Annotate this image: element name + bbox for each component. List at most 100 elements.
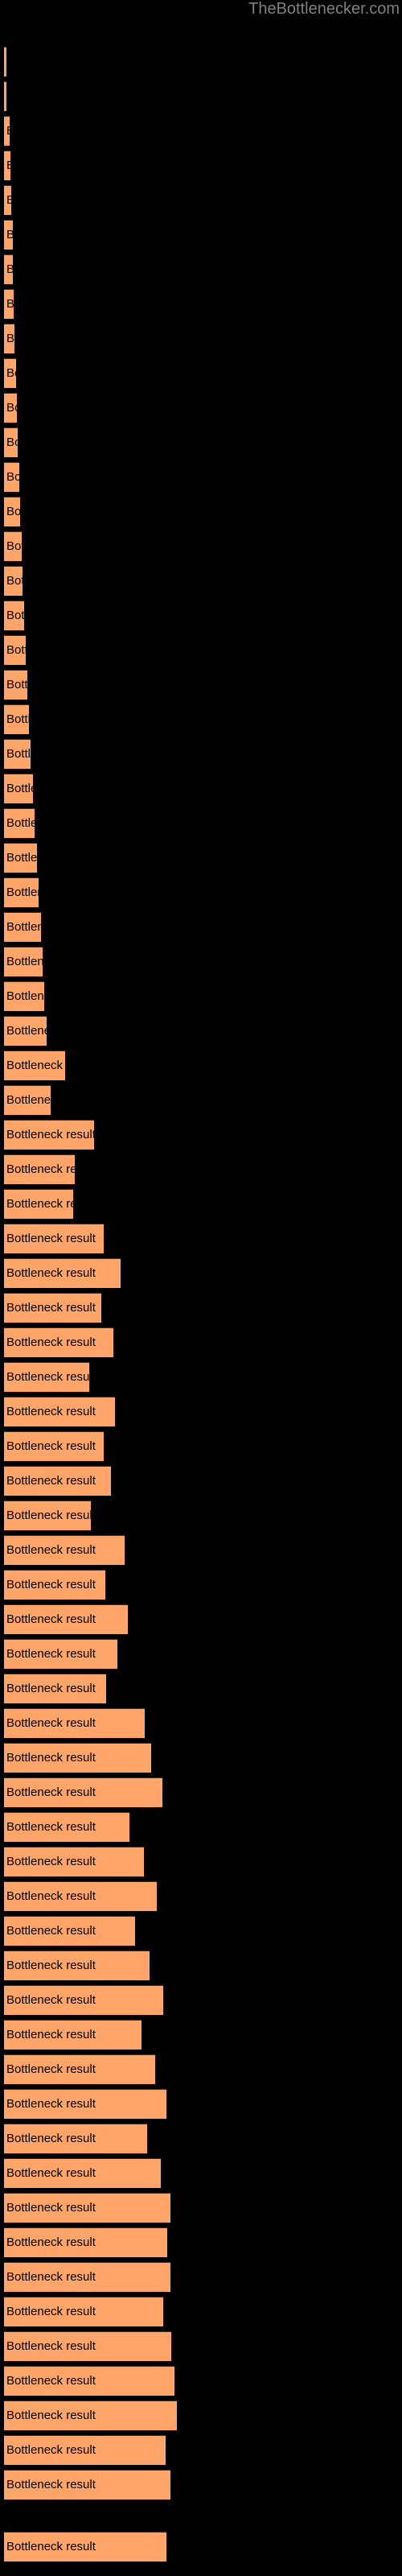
bar[interactable]: Bottleneck result <box>4 531 22 561</box>
bar[interactable]: Bottleneck result <box>4 1847 144 1876</box>
bar[interactable]: Bottleneck result <box>4 1985 163 2015</box>
bar[interactable]: Bottleneck result <box>4 739 31 769</box>
bar[interactable]: Bottleneck result <box>4 324 14 353</box>
bar-label: Bottleneck result <box>6 1785 96 1799</box>
bar[interactable]: Bottleneck result <box>4 808 35 838</box>
bar[interactable]: Bottleneck result <box>4 1397 115 1426</box>
bar[interactable]: Bottleneck result <box>4 1743 151 1773</box>
bar[interactable]: Bottleneck result <box>4 47 6 76</box>
bar[interactable]: Bottleneck result <box>4 1258 121 1288</box>
bar-row: Bottleneck result <box>0 1224 402 1253</box>
bar[interactable]: Bottleneck result <box>4 462 19 492</box>
bar[interactable]: Bottleneck result <box>4 1951 150 1980</box>
bar[interactable]: Bottleneck result <box>4 2366 174 2396</box>
bar[interactable]: Bottleneck result <box>4 635 26 665</box>
bar-row: Bottleneck result <box>0 601 402 630</box>
bar[interactable]: Bottleneck result <box>4 81 6 111</box>
bar-label: Bottleneck result <box>6 955 43 968</box>
bar[interactable]: Bottleneck result <box>4 2158 161 2188</box>
bar-label: Bottleneck result <box>6 1197 73 1211</box>
bar-label: Bottleneck result <box>6 2201 96 2215</box>
bar[interactable]: Bottleneck result <box>4 1466 111 1496</box>
bar[interactable]: Bottleneck result <box>4 2193 170 2223</box>
bar-label: Bottleneck result <box>6 643 26 657</box>
bar[interactable]: Bottleneck result <box>4 1120 94 1150</box>
bar-row: Bottleneck result <box>0 531 402 561</box>
bar[interactable]: Bottleneck result <box>4 220 13 250</box>
bar[interactable]: Bottleneck result <box>4 1431 104 1461</box>
bar[interactable]: Bottleneck result <box>4 566 23 596</box>
bar[interactable]: Bottleneck result <box>4 2227 167 2257</box>
bar[interactable]: Bottleneck result <box>4 151 10 180</box>
bar[interactable]: Bottleneck result <box>4 1327 113 1357</box>
bar-row: Bottleneck result <box>0 1501 402 1530</box>
bar[interactable]: Bottleneck result <box>4 2401 177 2430</box>
bar-row: Bottleneck result <box>0 289 402 319</box>
bar-label: Bottleneck result <box>6 2097 96 2111</box>
bar[interactable]: Bottleneck result <box>4 1812 129 1842</box>
bar[interactable]: Bottleneck result <box>4 981 44 1011</box>
bar[interactable]: Bottleneck result <box>4 497 20 526</box>
bar[interactable]: Bottleneck result <box>4 1224 104 1253</box>
bar[interactable]: Bottleneck result <box>4 601 24 630</box>
bar-row: Bottleneck result <box>0 947 402 976</box>
bar[interactable]: Bottleneck result <box>4 2331 171 2361</box>
bar-label: Bottleneck result <box>6 1093 51 1107</box>
bar-label: Bottleneck result <box>6 851 37 865</box>
bar[interactable]: Bottleneck result <box>4 843 37 873</box>
bar[interactable]: Bottleneck result <box>4 2020 142 2050</box>
bar[interactable]: Bottleneck result <box>4 289 14 319</box>
bar[interactable]: Bottleneck result <box>4 1051 65 1080</box>
bar[interactable]: Bottleneck result <box>4 1570 105 1600</box>
bar[interactable]: Bottleneck result <box>4 1362 89 1392</box>
bar-label: Bottleneck result <box>6 1820 96 1834</box>
bar[interactable]: Bottleneck result <box>4 1189 73 1219</box>
bar-label: Bottleneck result <box>6 2443 96 2457</box>
bar[interactable]: Bottleneck result <box>4 1639 117 1669</box>
bar[interactable]: Bottleneck result <box>4 2054 155 2084</box>
bar-row: Bottleneck result <box>0 2158 402 2188</box>
bar[interactable]: Bottleneck result <box>4 1293 101 1323</box>
bar[interactable]: Bottleneck result <box>4 947 43 976</box>
bar[interactable]: Bottleneck result <box>4 2532 166 2562</box>
bar[interactable]: Bottleneck result <box>4 670 27 700</box>
bar-row: Bottleneck result <box>0 1604 402 1634</box>
bar[interactable]: Bottleneck result <box>4 2262 170 2292</box>
bar-row: Bottleneck result <box>0 47 402 76</box>
bar[interactable]: Bottleneck result <box>4 1604 128 1634</box>
bar-row: Bottleneck result <box>0 2401 402 2430</box>
bar[interactable]: Bottleneck result <box>4 254 13 284</box>
bar[interactable]: Bottleneck result <box>4 116 10 146</box>
bar[interactable]: Bottleneck result <box>4 1777 162 1807</box>
bar[interactable]: Bottleneck result <box>4 1674 106 1703</box>
bar-label: Bottleneck result <box>6 124 10 138</box>
bar[interactable]: Bottleneck result <box>4 1016 47 1046</box>
bar[interactable]: Bottleneck result <box>4 1708 145 1738</box>
bar[interactable]: Bottleneck result <box>4 2470 170 2500</box>
bar-row: Bottleneck result <box>0 81 402 111</box>
bar[interactable]: Bottleneck result <box>4 1154 75 1184</box>
bar[interactable]: Bottleneck result <box>4 704 29 734</box>
bar[interactable]: Bottleneck result <box>4 912 41 942</box>
bar-label: Bottleneck result <box>6 2235 96 2249</box>
bar-label: Bottleneck result <box>6 816 35 830</box>
bar[interactable]: Bottleneck result <box>4 358 16 388</box>
bar[interactable]: Bottleneck result <box>4 185 11 215</box>
bar[interactable]: Bottleneck result <box>4 393 17 423</box>
bar[interactable]: Bottleneck result <box>4 2297 163 2326</box>
bar[interactable]: Bottleneck result <box>4 1535 125 1565</box>
bar-label: Bottleneck result <box>6 1751 96 1765</box>
bar[interactable]: Bottleneck result <box>4 877 39 907</box>
bar[interactable]: Bottleneck result <box>4 1916 135 1946</box>
bar[interactable]: Bottleneck result <box>4 774 33 803</box>
bar[interactable]: Bottleneck result <box>4 427 18 457</box>
bar[interactable]: Bottleneck result <box>4 1501 91 1530</box>
bottleneck-bar-chart: Bottleneck result Bottleneck result Bottle… <box>0 0 402 2576</box>
bar-row: Bottleneck result <box>0 1743 402 1773</box>
bar[interactable]: Bottleneck result <box>4 1085 51 1115</box>
bar[interactable]: Bottleneck result <box>4 2435 166 2465</box>
bar[interactable]: Bottleneck result <box>4 1881 157 1911</box>
bar[interactable]: Bottleneck result <box>4 2124 147 2153</box>
bar-label: Bottleneck result <box>6 193 11 207</box>
bar[interactable]: Bottleneck result <box>4 2089 166 2119</box>
